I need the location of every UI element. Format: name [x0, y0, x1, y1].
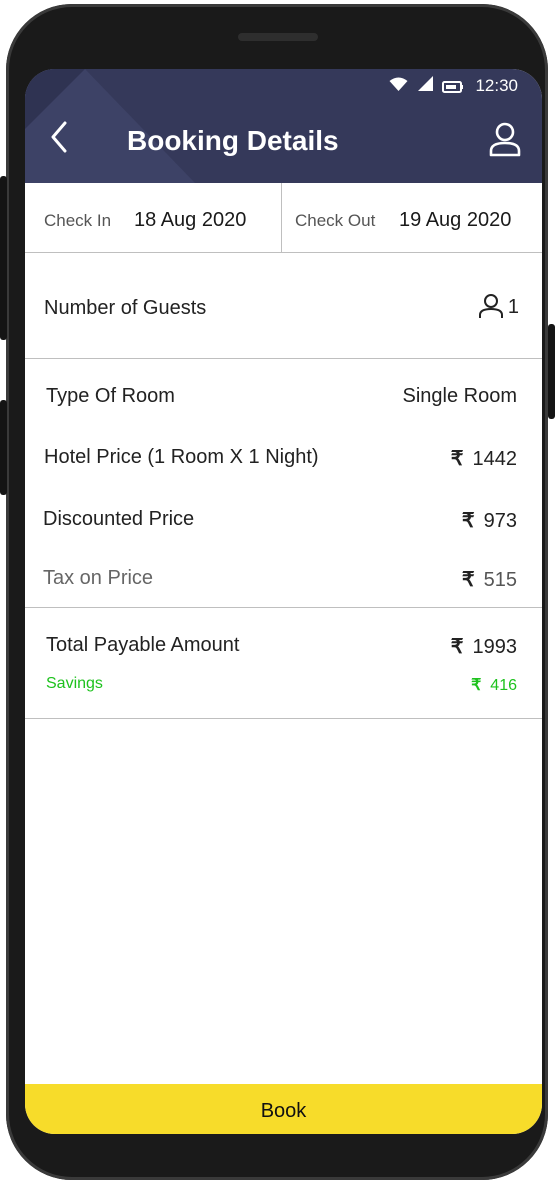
rupee-icon: ₹ — [450, 636, 464, 658]
check-in-label: Check In — [44, 211, 112, 230]
guests-count: 1 — [507, 296, 519, 318]
room-type-label: Type Of Room — [46, 385, 175, 407]
power-button — [548, 324, 555, 419]
tax-label: Tax on Price — [43, 567, 154, 589]
guests-row[interactable]: Number of Guests 1 — [25, 253, 542, 359]
check-in-field[interactable]: Check In 18 Aug 2020 — [25, 183, 281, 252]
person-icon — [489, 122, 521, 157]
phone-speaker — [238, 33, 318, 41]
date-selector: Check In 18 Aug 2020 Check Out 19 Aug 20… — [25, 183, 542, 253]
check-out-value: 19 Aug 2020 — [399, 209, 512, 231]
check-out-field[interactable]: Check Out 19 Aug 2020 — [282, 183, 542, 252]
discounted-price-amount: 973 — [483, 510, 517, 532]
discounted-price-label: Discounted Price — [43, 508, 195, 530]
rupee-icon: ₹ — [471, 677, 482, 694]
app-bar: 12:30 Booking Details — [25, 69, 542, 183]
total-value: ₹1993 — [451, 634, 517, 659]
volume-button — [0, 176, 7, 340]
rupee-icon: ₹ — [450, 448, 464, 470]
signal-icon — [417, 76, 434, 97]
check-out-label: Check Out — [295, 211, 376, 230]
hotel-price-value: ₹1442 — [451, 446, 517, 471]
total-label: Total Payable Amount — [46, 634, 240, 656]
tax-value: ₹515 — [462, 567, 517, 592]
total-amount: 1993 — [472, 636, 518, 658]
status-time: 12:30 — [475, 76, 518, 95]
page-title: Booking Details — [127, 125, 339, 156]
hotel-price-label: Hotel Price (1 Room X 1 Night) — [44, 446, 319, 468]
back-button[interactable] — [47, 119, 79, 155]
phone-frame: 12:30 Booking Details Check In 18 Aug 20… — [6, 4, 548, 1180]
book-button[interactable]: Book — [25, 1084, 542, 1134]
check-in-value: 18 Aug 2020 — [134, 209, 247, 231]
person-icon — [478, 293, 504, 319]
price-breakdown: Type Of Room Single Room Hotel Price (1 … — [25, 359, 542, 608]
tax-amount: 515 — [483, 569, 517, 591]
app-screen: 12:30 Booking Details Check In 18 Aug 20… — [25, 69, 542, 1134]
total-section: Total Payable Amount ₹1993 Savings ₹416 — [25, 608, 542, 719]
savings-amount: 416 — [490, 677, 517, 694]
guests-label: Number of Guests — [44, 297, 207, 319]
wifi-icon — [389, 76, 408, 97]
chevron-left-icon — [51, 121, 67, 153]
hotel-price-amount: 1442 — [472, 448, 518, 470]
room-type-value: Single Room — [402, 385, 517, 407]
discounted-price-value: ₹973 — [462, 508, 517, 533]
side-button-left — [0, 400, 7, 495]
profile-button[interactable] — [488, 121, 522, 157]
battery-icon — [442, 78, 464, 98]
status-bar: 12:30 — [25, 69, 542, 101]
savings-label: Savings — [46, 675, 103, 692]
rupee-icon: ₹ — [461, 510, 475, 532]
savings-value: ₹416 — [471, 675, 517, 695]
rupee-icon: ₹ — [461, 569, 475, 591]
